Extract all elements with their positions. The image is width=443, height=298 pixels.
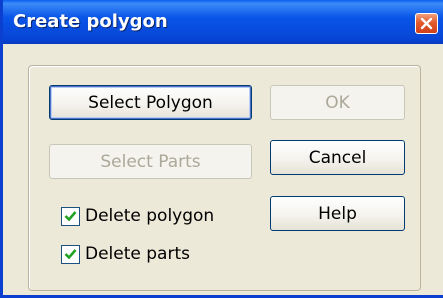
close-icon (420, 17, 433, 30)
select-parts-label: Select Parts (100, 151, 201, 172)
dialog-body: Select Polygon OK Select Parts Cancel He… (6, 44, 443, 295)
select-polygon-label: Select Polygon (88, 92, 213, 113)
ok-label: OK (325, 92, 350, 113)
check-icon (64, 211, 77, 222)
delete-polygon-label: Delete polygon (85, 206, 215, 226)
select-polygon-button[interactable]: Select Polygon (49, 85, 252, 120)
delete-parts-checkbox[interactable] (61, 244, 80, 264)
help-button[interactable]: Help (270, 196, 405, 231)
window-title: Create polygon (13, 11, 168, 32)
cancel-label: Cancel (308, 147, 367, 168)
delete-polygon-checkbox-row[interactable]: Delete polygon (61, 205, 214, 227)
select-parts-button[interactable]: Select Parts (49, 144, 252, 179)
options-group: Select Polygon OK Select Parts Cancel He… (28, 65, 421, 291)
delete-parts-label: Delete parts (85, 244, 190, 264)
close-button[interactable] (415, 13, 438, 34)
check-icon (64, 249, 77, 260)
delete-polygon-checkbox[interactable] (61, 206, 80, 226)
dialog-window: Create polygon Select Polygon OK Select … (0, 0, 443, 298)
cancel-button[interactable]: Cancel (270, 140, 405, 175)
title-bar[interactable]: Create polygon (3, 0, 443, 44)
delete-parts-checkbox-row[interactable]: Delete parts (61, 243, 190, 265)
help-label: Help (318, 203, 357, 224)
ok-button[interactable]: OK (270, 85, 405, 120)
